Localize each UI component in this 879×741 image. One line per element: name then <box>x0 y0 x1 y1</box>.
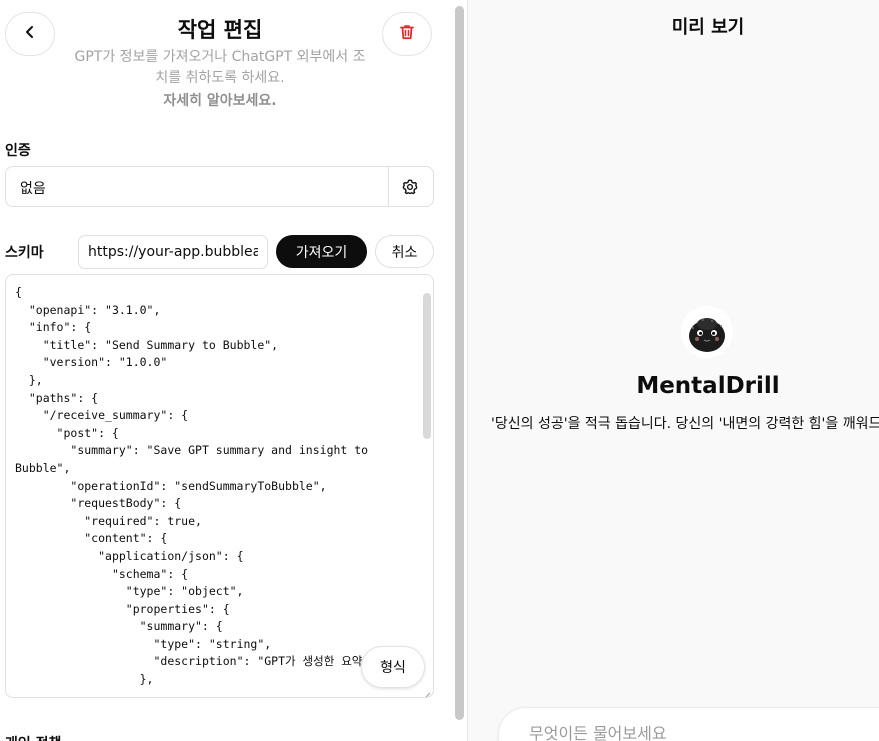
schema-scrollbar[interactable] <box>423 293 431 439</box>
gpt-name: MentalDrill <box>636 373 780 399</box>
chat-composer[interactable] <box>498 707 879 741</box>
learn-more-link[interactable]: 자세히 알아보세요. <box>70 90 370 110</box>
auth-selector[interactable]: 없음 <box>5 166 434 207</box>
import-button[interactable]: 가져오기 <box>276 235 367 268</box>
gpt-avatar <box>681 306 733 358</box>
auth-divider <box>388 167 389 206</box>
auth-label: 인증 <box>5 143 31 159</box>
page-subtitle: GPT가 정보를 가져오거나 ChatGPT 외부에서 조치를 취하도록 하세요… <box>74 49 366 86</box>
next-section-label: 개인 정책 <box>5 733 61 741</box>
schema-label: 스키마 <box>5 245 44 261</box>
schema-url-input[interactable] <box>78 235 268 269</box>
preview-panel: 미리 보기 MentalDrill '당신의 성공'을 적극 돕습니다. 당신의… <box>468 0 879 741</box>
page-title: 작업 편집 <box>177 18 263 42</box>
trash-icon <box>398 23 416 45</box>
schema-editor[interactable]: { "openapi": "3.1.0", "info": { "title":… <box>5 274 434 698</box>
format-button[interactable]: 형식 <box>361 646 425 688</box>
auth-value: 없음 <box>20 181 46 197</box>
schema-text[interactable]: { "openapi": "3.1.0", "info": { "title":… <box>15 284 425 689</box>
gear-icon[interactable] <box>400 177 420 197</box>
left-panel-scrollbar[interactable] <box>455 6 464 720</box>
edit-action-panel: 작업 편집 GPT가 정보를 가져오거나 ChatGPT 외부에서 조치를 취하… <box>0 0 455 741</box>
cancel-button[interactable]: 취소 <box>375 235 434 268</box>
chat-input[interactable] <box>529 724 879 741</box>
gpt-description: '당신의 성공'을 적극 돕습니다. 당신의 '내면의 강력한 힘'을 깨워드려… <box>491 416 879 432</box>
preview-title: 미리 보기 <box>671 17 745 38</box>
resize-grip-icon[interactable] <box>421 685 431 697</box>
delete-action-button[interactable] <box>382 12 432 56</box>
